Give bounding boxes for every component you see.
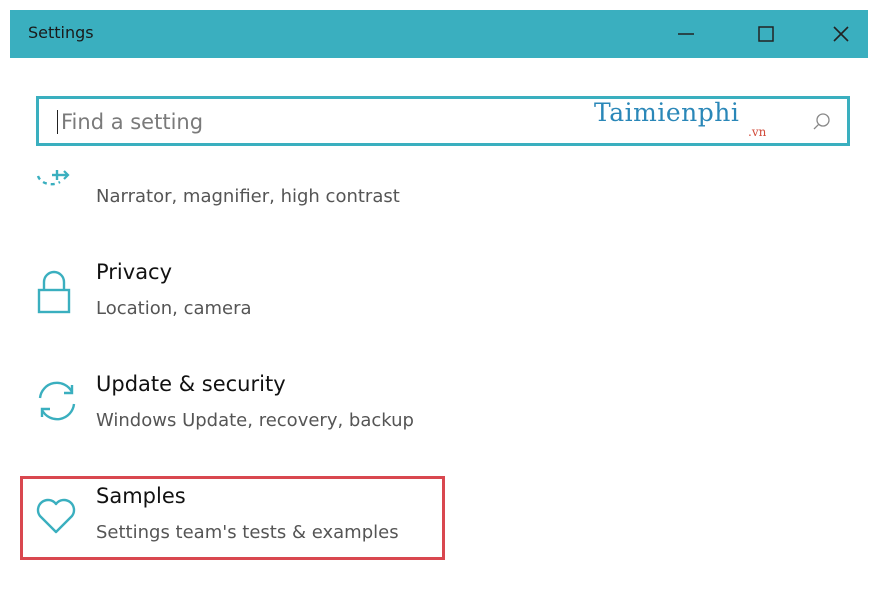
settings-item-update-security[interactable]: Update & security Windows Update, recove…: [20, 366, 450, 450]
watermark-logo: Taimienphi: [594, 98, 740, 127]
maximize-icon: [758, 26, 774, 42]
settings-item-subtitle: Location, camera: [96, 298, 252, 319]
text-caret: [57, 110, 58, 134]
search-placeholder: Find a setting: [61, 110, 204, 134]
minimize-icon: [678, 33, 694, 35]
highlight-box: [20, 476, 445, 560]
settings-item-title: Update & security: [96, 372, 286, 396]
close-button[interactable]: [818, 10, 864, 58]
lock-icon: [37, 270, 71, 314]
window-title: Settings: [28, 23, 94, 42]
settings-item-subtitle: Narrator, magnifier, high contrast: [96, 186, 400, 207]
minimize-button[interactable]: [663, 10, 709, 58]
title-bar: Settings: [10, 10, 868, 58]
settings-item-title: Privacy: [96, 260, 173, 284]
close-icon: [833, 26, 849, 42]
settings-item-privacy[interactable]: Privacy Location, camera: [20, 254, 450, 338]
settings-item-ease-of-access[interactable]: Narrator, magnifier, high contrast: [20, 160, 450, 244]
settings-item-subtitle: Windows Update, recovery, backup: [96, 410, 414, 431]
search-icon[interactable]: [811, 111, 833, 133]
sync-icon: [38, 381, 76, 421]
ease-of-access-icon: [36, 170, 70, 186]
watermark-suffix: .vn: [748, 125, 767, 139]
maximize-button[interactable]: [743, 10, 789, 58]
